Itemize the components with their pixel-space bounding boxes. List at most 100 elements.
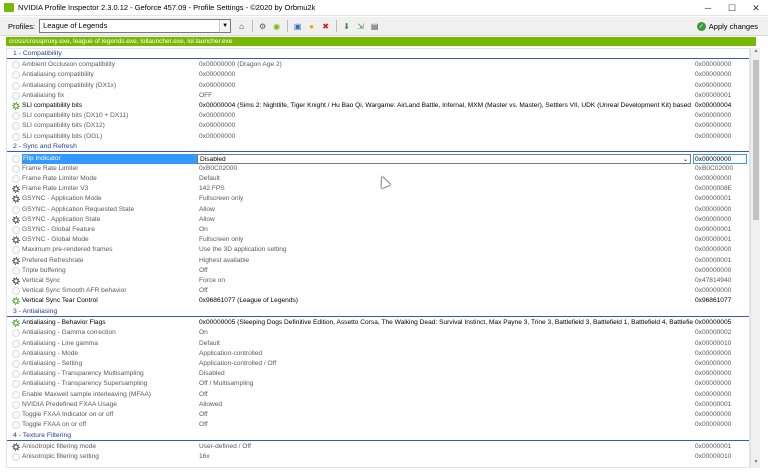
setting-hex-input[interactable]: 0x00000000 [693,153,747,164]
setting-hex: 0x00000000 [695,174,732,182]
group-header[interactable]: 4 - Texture Filtering [7,431,749,441]
setting-name: Frame Rate Limiter Mode [22,174,97,182]
default-setting-icon [12,164,20,173]
setting-row[interactable]: GSYNC - Global Feature On 0x00000001 [7,225,749,235]
group-header[interactable]: 2 - Sync and Refresh [7,142,749,153]
setting-row[interactable]: GSYNC - Global Mode Fullscreen only 0x0000… [7,235,749,245]
add-profile-icon[interactable]: ▣ [291,20,304,33]
gear-icon [12,236,20,245]
chevron-down-icon[interactable]: ▼ [219,20,231,32]
setting-value-dropdown[interactable]: Disabled ⌄ [197,153,691,164]
setting-value: Application-controlled [199,349,263,357]
setting-row[interactable]: SLI compatibility bits 0x00000004 (Sims 2… [7,101,749,111]
add-app-icon[interactable]: ● [305,20,318,33]
setting-hex: 0x00000000 [695,266,732,274]
setting-row[interactable]: GSYNC - Application Mode Fullscreen only 0… [7,194,749,204]
home-icon[interactable]: ⌂ [235,20,248,33]
toolbar-separator [287,20,289,32]
scroll-down-icon[interactable]: ▼ [751,459,761,468]
setting-row[interactable]: Toggle FXAA on or off Off 0x00000000 [7,420,749,430]
setting-hex: 0x00000002 [695,329,732,337]
setting-value: Fullscreen only [199,236,244,244]
scroll-thumb[interactable] [753,60,759,220]
delete-icon[interactable]: ✖ [319,20,332,33]
setting-row[interactable]: Antialiasing - Mode Application-controlle… [7,349,749,359]
setting-row[interactable]: Toggle FXAA Indicator on or off Off 0x0000… [7,410,749,420]
setting-value: Off [199,421,208,429]
setting-row[interactable]: Antialiasing - Transparency Multisamplin… [7,369,749,379]
setting-name: SLI compatibility bits (DX10 + DX11) [22,112,129,120]
default-setting-icon [12,122,20,131]
setting-value: 0x00000000 [199,112,236,120]
gear-icon [12,297,20,306]
maximize-button[interactable]: ☐ [720,0,744,16]
setting-row[interactable]: Frame Rate Limiter V3 142 FPS 0x0000008E [7,184,749,194]
setting-row[interactable]: GSYNC - Application State Allow 0x00000000 [7,215,749,225]
default-setting-icon [12,246,20,255]
setting-name: Antialiasing compatibility (DX1x) [22,81,117,89]
setting-name: Ambient Occlusion compatibility [22,61,116,69]
setting-hex: 0x00000001 [695,195,732,203]
setting-row[interactable]: SLI compatibility bits (OGL) 0x00000000 0x… [7,132,749,142]
setting-row[interactable]: Antialiasing compatibility (DX1x) 0x00000… [7,81,749,91]
setting-row[interactable]: Vertical Sync Tear Control 0x96861077 (Le… [7,296,749,306]
default-setting-icon [12,400,20,409]
scan-icon[interactable]: ⬇ [340,20,353,33]
setting-row[interactable]: Antialiasing - Setting Application-contro… [7,359,749,369]
setting-value: Fullscreen only [199,195,244,203]
setting-hex: 0x00000001 [695,225,732,233]
setting-row[interactable]: Antialiasing compatibility 0x00000000 0x00… [7,70,749,80]
setting-row[interactable]: Triple buffering Off 0x00000000 [7,266,749,276]
apply-changes-label: Apply changes [708,21,758,31]
default-setting-icon [12,370,20,379]
export-icon[interactable]: ▤ [368,20,381,33]
setting-row[interactable]: NVIDIA Predefined FXAA Usage Allowed 0x000… [7,400,749,410]
setting-hex: 0xB0C02000 [695,164,734,172]
import-icon[interactable]: ⇲ [354,20,367,33]
setting-row[interactable]: SLI compatibility bits (DX10 + DX11) 0x00… [7,111,749,121]
setting-name: Prefered Refreshrate [22,256,84,264]
vertical-scrollbar[interactable]: ▲ ▼ [750,48,760,468]
group-header[interactable]: 3 - Antialiasing [7,307,749,317]
setting-row[interactable]: Antialiasing fix OFF 0x00000001 [7,91,749,101]
profile-select[interactable]: League of Legends ▼ [39,19,232,33]
setting-row[interactable]: Vertical Sync Smooth AFR behavior Off 0x00… [7,286,749,296]
close-button[interactable]: ✕ [744,0,768,16]
nvidia-icon[interactable]: ◉ [270,20,283,33]
setting-row[interactable]: Maximum pre-rendered frames Use the 3D ap… [7,245,749,255]
setting-hex: 0x00000001 [695,256,732,264]
setting-name: Triple buffering [22,266,66,274]
setting-hex: 0x00000000 [695,246,732,254]
setting-row[interactable]: Prefered Refreshrate Highest available 0x0… [7,256,749,266]
setting-hex: 0x00000000 [695,122,732,130]
setting-row[interactable]: Flip Indicator Disabled ⌄ 0x00000000 [7,153,749,164]
profile-icon[interactable]: ⚙ [256,20,269,33]
scroll-up-icon[interactable]: ▲ [751,48,761,57]
setting-row[interactable]: Ambient Occlusion compatibility 0x0000000… [7,60,749,70]
default-setting-icon [12,205,20,214]
setting-row[interactable]: Enable Maxwell sample interleaving (MFAA… [7,390,749,400]
setting-value: Application-controlled / Off [199,360,277,367]
setting-row[interactable]: Frame Rate Limiter 0xB0C02000 0xB0C02000 [7,164,749,174]
setting-hex: 0x00000000 [695,380,732,388]
toolbar-icons: ⌂ ⚙ ◉ ▣ ● ✖ ⬇ ⇲ ▤ [235,20,382,33]
setting-row[interactable]: Anisotropic filtering mode User-defined /… [7,442,749,452]
group-header[interactable]: 1 - Compatibility [7,49,749,59]
setting-row[interactable]: Antialiasing - Gamma correction On 0x00000… [7,328,749,338]
title-bar: NVIDIA Profile Inspector 2.3.0.12 - Gefo… [0,0,768,16]
setting-value: 142 FPS [199,185,225,193]
setting-name: Enable Maxwell sample interleaving (MFAA… [22,390,151,398]
setting-row[interactable]: SLI compatibility bits (DX12) 0x00000000 0… [7,121,749,131]
apply-changes-button[interactable]: ✓ Apply changes [696,19,758,33]
setting-hex: 0x00000001 [695,236,732,244]
setting-row[interactable]: Antialiasing - Behavior Flags 0x00000005 … [7,318,749,328]
setting-value: On [199,225,208,233]
setting-hex: 0x00000000 [695,132,732,140]
minimize-button[interactable]: ─ [696,0,720,16]
setting-name: Antialiasing - Transparency Multisamplin… [22,370,144,378]
setting-row[interactable]: Antialiasing - Line gamma Default 0x000000… [7,339,749,349]
setting-row[interactable]: Antialiasing - Transparency Supersamplin… [7,379,749,389]
setting-row[interactable]: Anisotropic filtering setting 16x 0x000000… [7,452,749,462]
setting-row[interactable]: GSYNC - Application Requested State Allow… [7,205,749,215]
setting-row[interactable]: Vertical Sync Force on 0x47814940 [7,276,749,286]
